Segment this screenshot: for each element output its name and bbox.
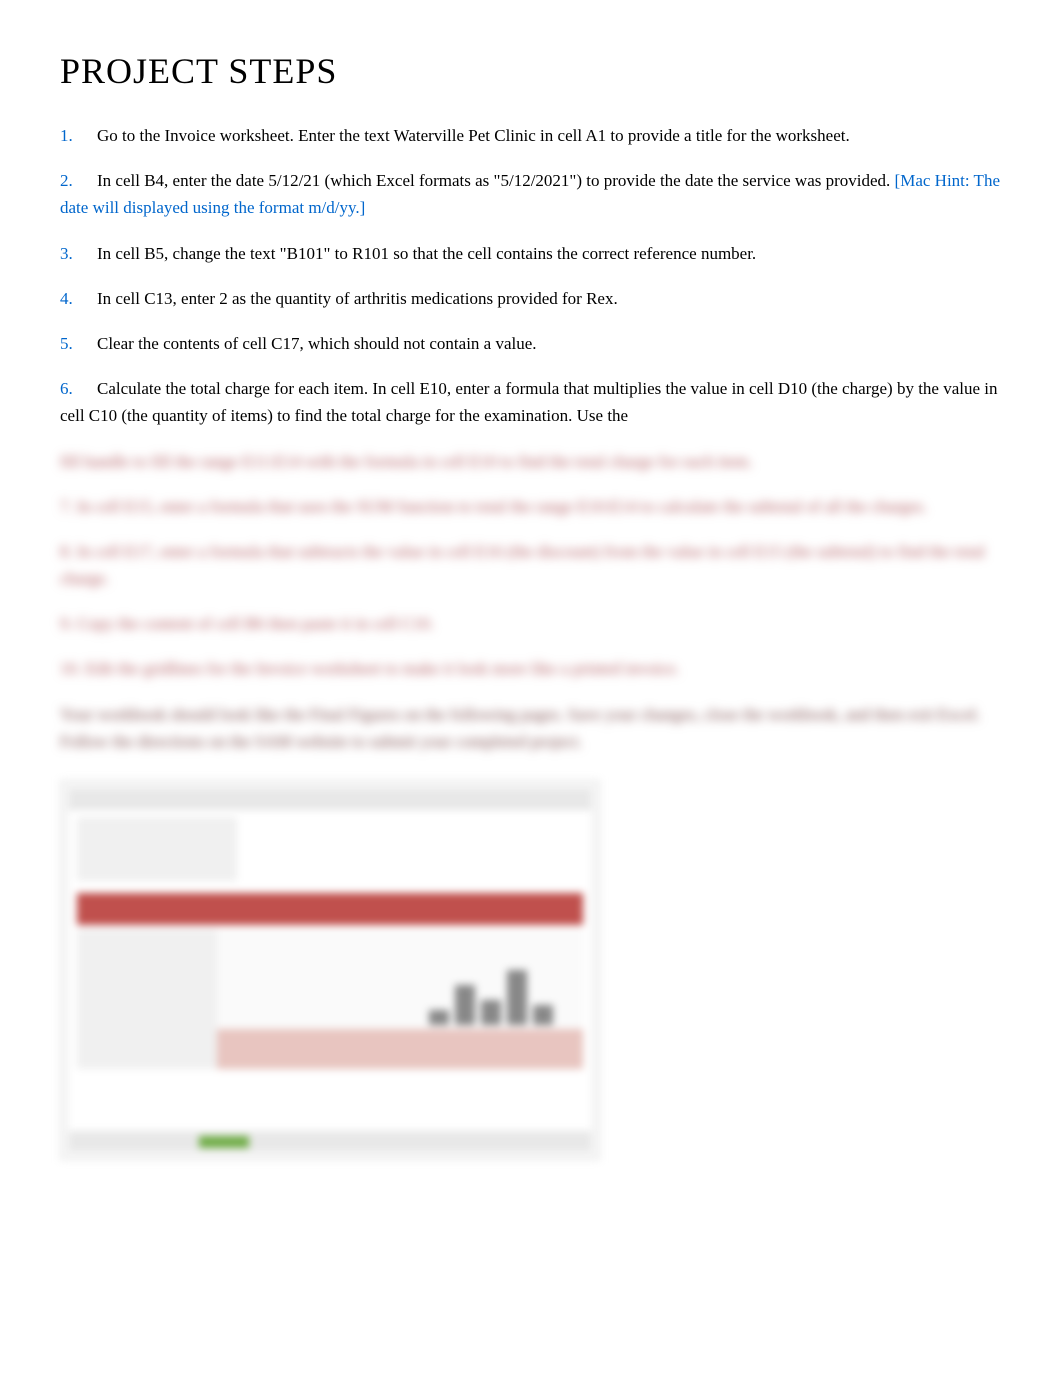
step-text: In cell C13, enter 2 as the quantity of … [97,289,618,308]
step-text: Clear the contents of cell C17, which sh… [97,334,537,353]
preview-bar [533,1005,553,1025]
preview-header-left [77,817,237,881]
step-text: in cell A1 to provide a title for the wo… [540,126,850,145]
preview-red-bar [77,893,583,925]
blurred-step-7: 7. In cell E15, enter a formula that use… [60,493,1002,520]
step-4: 4. In cell C13, enter 2 as the quantity … [60,285,1002,312]
step-number: 2. [60,171,73,190]
step-5: 5. Clear the contents of cell C17, which… [60,330,1002,357]
preview-bar [429,1010,449,1025]
step-2: 2. In cell B4, enter the date 5/12/21 (w… [60,167,1002,221]
step-number: 6. [60,379,73,398]
step-number: 3. [60,244,73,263]
step-text: 5/12/21 (which Excel formats as "5/12/20… [268,171,894,190]
preview-table-left [77,929,217,1069]
preview-active-tab [199,1136,249,1148]
step-text: C10 (the quantity of items) to find the … [89,406,628,425]
preview-toolbar [69,789,591,809]
step-1: 1. Go to the Invoice worksheet. Enter th… [60,122,1002,149]
step-number: 4. [60,289,73,308]
preview-bar [455,985,475,1025]
step-text: Go to the Invoice worksheet. Enter the t… [97,126,394,145]
blurred-step-8: 8. In cell E17, enter a formula that sub… [60,538,1002,592]
preview-bottom-row [217,1029,583,1069]
step-3: 3. In cell B5, change the text "B101" to… [60,240,1002,267]
step-text: In cell B4, enter the date [97,171,268,190]
preview-tabs [69,1131,591,1151]
preview-footer [77,1079,583,1109]
preview-table [77,929,583,1069]
spreadsheet-preview-image [60,780,600,1160]
step-text: In cell B5, change the text "B101" to [97,244,352,263]
preview-header-right [237,817,583,881]
step-text: R101 so that the cell contains the corre… [352,244,756,263]
blurred-step-10: 10. Edit the gridlines for the Invoice w… [60,655,1002,682]
step-text: Calculate the total charge for each item… [97,379,778,398]
preview-header [69,809,591,889]
preview-bars [217,965,583,1025]
blurred-step-9: 9. Copy the content of cell B6 then past… [60,610,1002,637]
page-title: PROJECT STEPS [60,50,1002,92]
step-6: 6. Calculate the total charge for each i… [60,375,1002,429]
preview-bar [507,970,527,1025]
step-text: Waterville Pet Clinic [394,126,540,145]
step-number: 5. [60,334,73,353]
blurred-continuation: fill handle to fill the range E11:E14 wi… [60,448,1002,475]
blurred-paragraph: Your workbook should look like the Final… [60,701,1002,755]
preview-inner [69,789,591,1151]
step-number: 1. [60,126,73,145]
preview-bar [481,1000,501,1025]
preview-table-right [217,929,583,1069]
